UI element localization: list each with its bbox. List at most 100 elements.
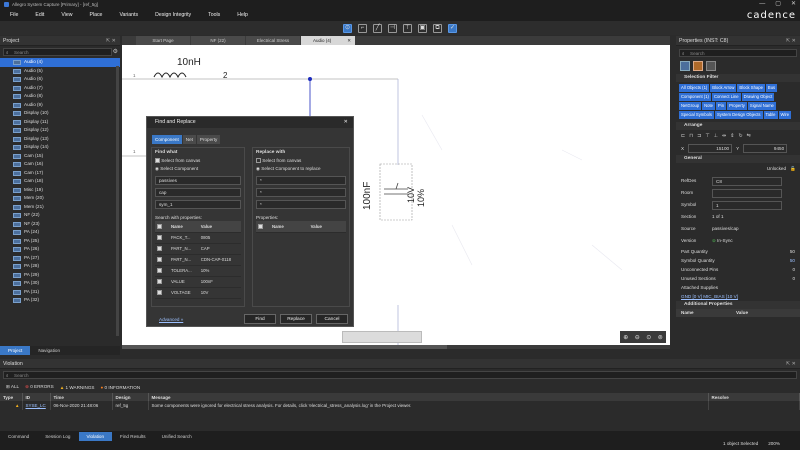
menu-place[interactable]: Place [89, 12, 102, 18]
project-tree-item[interactable]: PA (26) [0, 245, 120, 254]
align-left-icon[interactable]: ⊏ [681, 133, 685, 139]
select-component-icon[interactable]: ◉ [155, 166, 159, 171]
tab-violation[interactable]: Violation [78, 432, 113, 441]
table-row[interactable]: VOLTAGE 10V [155, 287, 241, 299]
x-input[interactable]: 15100 [688, 144, 733, 153]
menu-view[interactable]: View [61, 12, 72, 18]
cell-field[interactable]: cap [155, 188, 241, 198]
filter-chip[interactable]: Table [763, 111, 778, 119]
filter-chip[interactable]: Connect Line [711, 93, 741, 101]
prop-checkbox[interactable] [157, 279, 162, 285]
supplies-links[interactable]: GND [0 V] MIC_BIAS [10 V] [676, 292, 800, 301]
project-tree-item[interactable]: PA (32) [0, 296, 120, 305]
zoom-out-icon[interactable]: ⊖ [635, 334, 640, 341]
tab-electrical-stress[interactable]: Electrical Stress [246, 36, 300, 45]
symbol-quantity-value[interactable]: 50 [790, 256, 795, 265]
find-button[interactable]: Find [244, 314, 276, 324]
hierarchy-tool-icon[interactable]: ⧉ [433, 23, 442, 33]
library-field[interactable]: passives [155, 176, 241, 186]
lock-icon[interactable]: 🔓 [790, 163, 796, 175]
prop-checkbox[interactable] [157, 246, 162, 252]
menu-file[interactable]: File [10, 12, 18, 18]
highlight-tool-icon[interactable]: ✓ [448, 23, 457, 33]
tab-component[interactable]: Component [152, 135, 182, 144]
project-tree-item[interactable]: Audio (8) [0, 92, 120, 101]
mirror-icon[interactable]: ⇋ [747, 133, 751, 139]
tab-nf-22[interactable]: NF (22) [191, 36, 245, 45]
maximize-button[interactable]: ▢ [775, 0, 781, 9]
replace-button[interactable]: Replace [280, 314, 312, 324]
selection-filter-header[interactable]: Selection Filter [676, 74, 800, 82]
filter-chip[interactable]: Bus [765, 84, 778, 92]
minimize-button[interactable]: — [759, 0, 765, 9]
table-row[interactable]: PART_N... CAP [155, 243, 241, 255]
align-bottom-icon[interactable]: ⊥ [714, 133, 718, 139]
project-tree-item[interactable]: Mem (21) [0, 203, 120, 212]
property-input[interactable] [712, 189, 782, 198]
zoom-fit-icon[interactable]: ⊙ [646, 334, 651, 341]
component-tool-icon[interactable]: ▣ [418, 23, 427, 33]
symbol-field[interactable]: sym_1 [155, 200, 241, 210]
netname-tool-icon[interactable]: ⊤ [403, 23, 412, 33]
project-tree-item[interactable]: Mem (20) [0, 194, 120, 203]
align-top-icon[interactable]: ⊤ [705, 133, 709, 139]
align-right-icon[interactable]: ⊐ [697, 133, 701, 139]
tab-find-results[interactable]: Find Results [112, 432, 154, 441]
filter-chip[interactable]: Wire [778, 111, 792, 119]
y-input[interactable]: 9450 [743, 144, 788, 153]
distribute-h-icon[interactable]: ⇹ [722, 133, 726, 139]
filter-chip[interactable]: NetGroup [679, 102, 702, 110]
distribute-v-icon[interactable]: ⇕ [730, 133, 734, 139]
project-tree-item[interactable]: NF (23) [0, 220, 120, 229]
tab-session-log[interactable]: Session Log [37, 432, 78, 441]
table-row[interactable]: PACK_T... 0805 [155, 232, 241, 244]
filter-chip[interactable]: Drawing Object [741, 93, 775, 101]
project-tree-item[interactable]: PA (29) [0, 271, 120, 280]
rotate-icon[interactable]: ↻ [738, 133, 742, 139]
bus-tool-icon[interactable]: ╱ [373, 23, 382, 33]
table-row[interactable]: VALUE 100nF [155, 276, 241, 288]
project-tree-item[interactable]: Cam (16) [0, 160, 120, 169]
filter-chip[interactable]: Special Symbols [679, 111, 714, 119]
property-input[interactable]: 1 [712, 201, 782, 210]
project-tree-item[interactable]: Display (13) [0, 135, 120, 144]
tab-navigation[interactable]: Navigation [30, 346, 68, 355]
filter-chip[interactable]: System Design Objects [714, 111, 763, 119]
project-tree-item[interactable]: Display (12) [0, 126, 120, 135]
menu-variants[interactable]: Variants [119, 12, 138, 18]
violation-resolve[interactable] [708, 401, 800, 410]
tab-audio-4[interactable]: Audio (4) ✕ [301, 36, 355, 45]
project-tree-item[interactable]: PA (31) [0, 288, 120, 297]
table-row[interactable]: TOLERA... 10% [155, 265, 241, 277]
menu-tools[interactable]: Tools [208, 12, 220, 18]
tab-project[interactable]: Project [0, 346, 31, 355]
project-tree-item[interactable]: PA (25) [0, 237, 120, 246]
filter-all[interactable]: ⊞ ALL [6, 384, 19, 390]
select-replace-icon[interactable]: ◉ [256, 166, 260, 171]
tab-start-page[interactable]: Start Page [136, 36, 190, 45]
tab-net[interactable]: Net [182, 135, 196, 144]
replace-symbol-field[interactable]: * [256, 200, 346, 210]
zoom-area-icon[interactable]: ⊚ [658, 334, 663, 341]
menu-edit[interactable]: Edit [35, 12, 44, 18]
gear-icon[interactable]: ⚙ [113, 48, 118, 55]
properties-search-input[interactable]: ⌕ Search [679, 49, 797, 57]
project-tree-item[interactable]: Cam (15) [0, 152, 120, 161]
project-tree-item[interactable]: Display (11) [0, 118, 120, 127]
filter-warnings[interactable]: ▲ 1 WARNINGS [60, 385, 95, 390]
project-tree-item[interactable]: Display (14) [0, 143, 120, 152]
dialog-close-icon[interactable]: ✕ [344, 117, 348, 128]
prop-checkbox[interactable] [157, 290, 162, 296]
wire-filter-icon[interactable] [693, 61, 703, 71]
filter-chip[interactable]: Signal Name [747, 102, 776, 110]
arrange-header[interactable]: Arrange [676, 122, 800, 130]
filter-chip[interactable]: All Objects (1) [679, 84, 710, 92]
wire-tool-icon[interactable]: ⌐ [358, 23, 367, 33]
tab-property[interactable]: Property [196, 135, 221, 144]
project-tree-item[interactable]: Audio (5) [0, 67, 120, 76]
project-tree-item[interactable]: PA (24) [0, 228, 120, 237]
advanced-link[interactable]: Advanced » [159, 317, 183, 322]
align-center-icon[interactable]: ⊓ [689, 133, 693, 139]
pin-tool-icon[interactable]: ⊣ [388, 23, 397, 33]
property-input[interactable]: C8 [712, 177, 782, 186]
